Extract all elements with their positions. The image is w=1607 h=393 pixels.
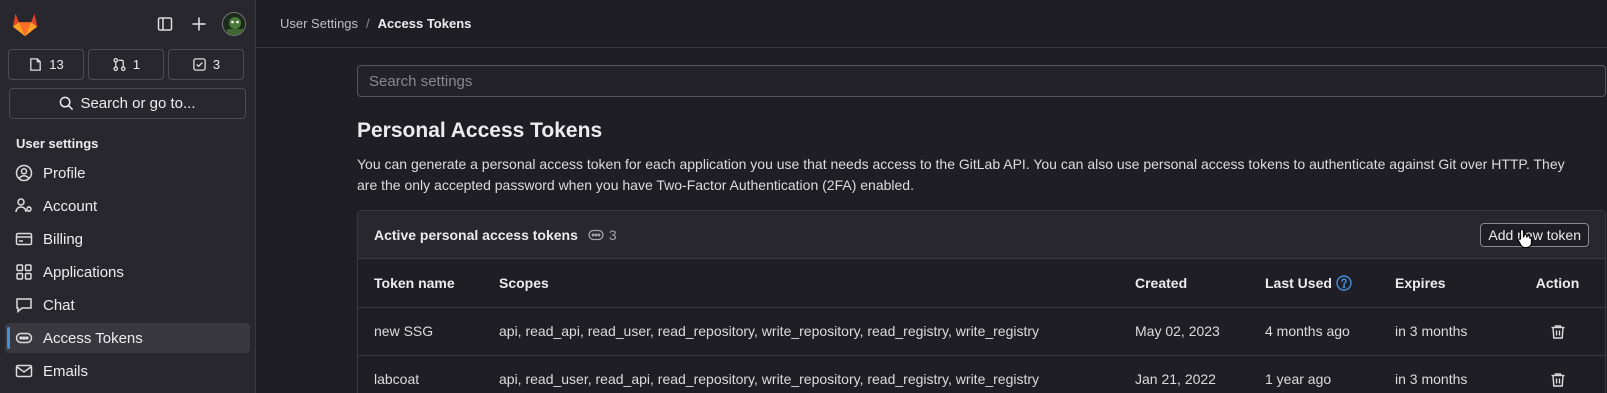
tokens-table: Token name Scopes Created Last Used Expi… bbox=[358, 259, 1605, 393]
sidebar-item-emails[interactable]: Emails bbox=[5, 356, 250, 386]
trash-icon[interactable] bbox=[1550, 372, 1566, 388]
sidebar-nav: Profile Account Billing Applications Cha… bbox=[0, 158, 255, 386]
sidebar-item-label: Emails bbox=[43, 362, 89, 380]
sidebar-item-chat[interactable]: Chat bbox=[5, 290, 250, 320]
toggle-sidebar-button[interactable] bbox=[148, 7, 182, 41]
token-icon bbox=[588, 229, 604, 240]
add-new-token-label: Add new token bbox=[1488, 226, 1581, 243]
token-name: labcoat bbox=[358, 355, 499, 393]
sidebar-item-label: Applications bbox=[43, 263, 124, 281]
col-scopes: Scopes bbox=[499, 259, 1135, 308]
search-label: Search or go to... bbox=[80, 95, 196, 112]
search-or-go-to-button[interactable]: Search or go to... bbox=[9, 88, 246, 119]
sidebar-item-label: Profile bbox=[43, 164, 86, 182]
breadcrumb-user-settings[interactable]: User Settings bbox=[280, 16, 358, 31]
page-title: Personal Access Tokens bbox=[357, 119, 603, 142]
token-action bbox=[1510, 307, 1605, 356]
sidebar-toggle-icon bbox=[157, 17, 173, 31]
settings-search-input[interactable]: Search settings bbox=[357, 65, 1606, 97]
todo-icon bbox=[193, 58, 206, 71]
table-header-row: Token name Scopes Created Last Used Expi… bbox=[358, 259, 1605, 308]
user-avatar[interactable] bbox=[222, 12, 246, 36]
create-new-button[interactable] bbox=[182, 7, 216, 41]
token-created: Jan 21, 2022 bbox=[1135, 355, 1265, 393]
sidebar: 13 1 3 Search or go to... User settings … bbox=[0, 0, 256, 393]
token-last-used: 4 months ago bbox=[1265, 307, 1395, 356]
search-icon bbox=[60, 96, 74, 111]
sidebar-item-label: Chat bbox=[43, 296, 75, 314]
token-count: 3 bbox=[608, 226, 617, 243]
col-action: Action bbox=[1510, 259, 1605, 308]
chat-icon bbox=[16, 298, 32, 314]
token-expires: in 3 months bbox=[1395, 307, 1510, 356]
sidebar-item-access-tokens[interactable]: Access Tokens bbox=[5, 323, 250, 353]
col-last-used: Last Used bbox=[1265, 259, 1395, 308]
hand-pointer-cursor-icon bbox=[1518, 228, 1533, 248]
todos-count: 3 bbox=[212, 57, 221, 72]
main-content: User Settings / Access Tokens Search set… bbox=[256, 0, 1607, 393]
plus-icon bbox=[192, 17, 206, 31]
token-scopes: api, read_api, read_user, read_repositor… bbox=[499, 307, 1135, 356]
token-name: new SSG bbox=[358, 307, 499, 356]
token-icon bbox=[15, 332, 33, 344]
merge-requests-counter[interactable]: 1 bbox=[88, 49, 164, 80]
sidebar-item-account[interactable]: Account bbox=[5, 191, 250, 221]
sidebar-item-label: Access Tokens bbox=[43, 329, 143, 347]
mail-icon bbox=[15, 364, 33, 378]
sidebar-item-label: Account bbox=[43, 197, 98, 215]
card-title: Active personal access tokens bbox=[374, 226, 578, 243]
billing-icon bbox=[15, 232, 33, 246]
sidebar-item-billing[interactable]: Billing bbox=[5, 224, 250, 254]
token-expires: in 3 months bbox=[1395, 355, 1510, 393]
settings-content: Search settings Personal Access Tokens Y… bbox=[357, 65, 1606, 393]
trash-icon[interactable] bbox=[1550, 324, 1566, 340]
active-tokens-card: Active personal access tokens 3 Add new … bbox=[357, 210, 1606, 393]
col-token-name: Token name bbox=[358, 259, 499, 308]
sidebar-header bbox=[0, 0, 255, 48]
profile-icon bbox=[15, 164, 33, 182]
col-expires: Expires bbox=[1395, 259, 1510, 308]
counters: 13 1 3 bbox=[0, 49, 255, 80]
page-description: You can generate a personal access token… bbox=[357, 156, 1565, 193]
gitlab-logo-icon[interactable] bbox=[11, 11, 39, 37]
sidebar-section-title: User settings bbox=[16, 136, 99, 151]
token-created: May 02, 2023 bbox=[1135, 307, 1265, 356]
col-created: Created bbox=[1135, 259, 1265, 308]
token-count-badge: 3 bbox=[588, 227, 617, 243]
issues-counter[interactable]: 13 bbox=[8, 49, 84, 80]
token-action bbox=[1510, 355, 1605, 393]
card-header: Active personal access tokens 3 Add new … bbox=[358, 211, 1605, 259]
token-last-used: 1 year ago bbox=[1265, 355, 1395, 393]
merge-request-icon bbox=[113, 57, 126, 72]
sidebar-item-applications[interactable]: Applications bbox=[5, 257, 250, 287]
breadcrumb: User Settings / Access Tokens bbox=[256, 0, 1607, 48]
table-row: new SSG api, read_api, read_user, read_r… bbox=[358, 307, 1605, 356]
issues-icon bbox=[30, 58, 42, 71]
col-last-used-label: Last Used bbox=[1265, 274, 1332, 291]
todos-counter[interactable]: 3 bbox=[168, 49, 244, 80]
sidebar-item-profile[interactable]: Profile bbox=[5, 158, 250, 188]
account-icon bbox=[15, 198, 32, 213]
add-new-token-button[interactable]: Add new token bbox=[1480, 222, 1589, 248]
breadcrumb-separator: / bbox=[366, 16, 370, 31]
help-icon[interactable] bbox=[1336, 275, 1352, 291]
token-scopes: api, read_user, read_api, read_repositor… bbox=[499, 355, 1135, 393]
breadcrumb-current[interactable]: Access Tokens bbox=[378, 16, 472, 31]
issues-count: 13 bbox=[49, 57, 64, 72]
sidebar-item-label: Billing bbox=[43, 230, 84, 248]
applications-icon bbox=[16, 264, 32, 280]
table-row: labcoat api, read_user, read_api, read_r… bbox=[358, 355, 1605, 393]
merge-requests-count: 1 bbox=[132, 57, 141, 72]
